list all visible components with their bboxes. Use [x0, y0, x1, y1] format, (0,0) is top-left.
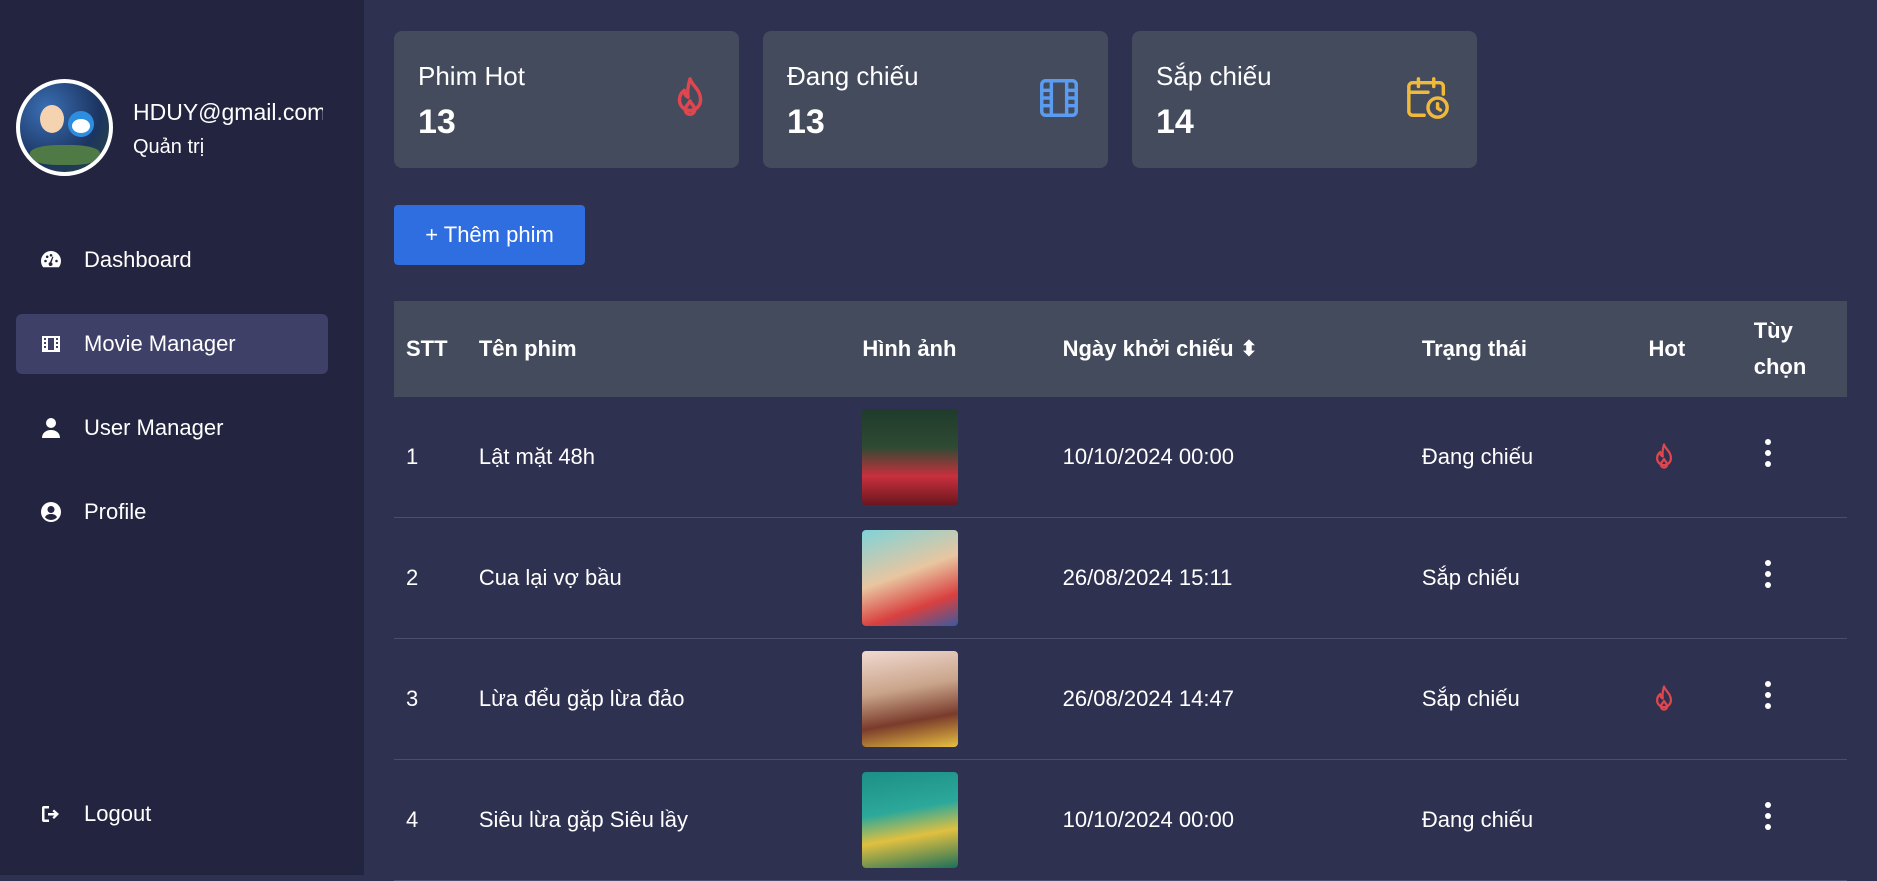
- cell-image: [850, 397, 1051, 518]
- cell-release-date: 26/08/2024 14:47: [1050, 638, 1410, 760]
- table-row[interactable]: 4 Siêu lừa gặp Siêu lầy 10/10/2024 00:00…: [394, 759, 1847, 881]
- user-profile[interactable]: HDUY@gmail.com Quản trị: [16, 79, 323, 176]
- avatar: [16, 79, 113, 176]
- cell-stt: 3: [394, 638, 467, 760]
- header-hot: Hot: [1648, 336, 1686, 361]
- logout-icon: [38, 801, 64, 827]
- sidebar-item-label: Dashboard: [84, 247, 192, 272]
- header-name: Tên phim: [478, 336, 577, 361]
- sidebar-item-label: Profile: [84, 499, 147, 524]
- more-options-icon[interactable]: [1758, 435, 1778, 471]
- cell-stt: 2: [394, 517, 467, 639]
- stat-card-now-showing: Đang chiếu 13: [763, 31, 1108, 168]
- cell-release-date: 10/10/2024 00:00: [1050, 759, 1410, 881]
- cell-status: Sắp chiếu: [1409, 638, 1637, 760]
- cell-release-date: 10/10/2024 00:00: [1050, 397, 1410, 518]
- cell-options: [1741, 517, 1847, 639]
- cell-movie-name: Lật mặt 48h: [466, 397, 851, 518]
- header-image: Hình ảnh: [862, 336, 957, 361]
- logout-label: Logout: [84, 801, 152, 826]
- stat-card-coming-soon: Sắp chiếu 14: [1132, 31, 1477, 168]
- user-role: Quản trị: [133, 135, 205, 158]
- user-icon: [38, 415, 64, 441]
- cell-image: [850, 638, 1051, 760]
- stat-card-hot: Phim Hot 13: [394, 31, 739, 168]
- more-options-icon[interactable]: [1758, 677, 1778, 713]
- more-options-icon[interactable]: [1758, 556, 1778, 592]
- sidebar-item-movie-manager[interactable]: Movie Manager: [16, 314, 328, 374]
- user-email: HDUY@gmail.com: [133, 98, 323, 125]
- calendar-clock-icon: [1405, 75, 1451, 121]
- sidebar-item-dashboard[interactable]: Dashboard: [16, 230, 328, 290]
- fire-icon: [667, 75, 713, 121]
- header-stt: STT: [406, 336, 448, 361]
- cell-status: Đang chiếu: [1409, 397, 1637, 518]
- cell-image: [850, 759, 1051, 881]
- stat-value: 13: [787, 103, 825, 141]
- sidebar-item-profile[interactable]: Profile: [16, 482, 328, 542]
- cell-stt: 4: [394, 759, 467, 881]
- cell-hot: [1636, 759, 1742, 881]
- gauge-icon: [38, 247, 64, 273]
- sidebar-item-label: User Manager: [84, 415, 224, 440]
- movie-poster: [862, 409, 959, 505]
- stat-title: Đang chiếu: [787, 61, 919, 91]
- cell-options: [1741, 638, 1847, 760]
- cell-status: Đang chiếu: [1409, 759, 1637, 881]
- sidebar-item-user-manager[interactable]: User Manager: [16, 398, 328, 458]
- fire-icon: [1649, 684, 1730, 714]
- cell-movie-name: Cua lại vợ bầu: [466, 517, 851, 639]
- cell-stt: 1: [394, 397, 467, 518]
- movies-table: STT Tên phim Hình ảnh Ngày khởi chiếu ⬍ …: [394, 301, 1847, 881]
- table-row[interactable]: 3 Lừa đểu gặp lừa đảo 26/08/2024 14:47 S…: [394, 638, 1847, 760]
- cell-status: Sắp chiếu: [1409, 517, 1637, 639]
- cell-movie-name: Lừa đểu gặp lừa đảo: [466, 638, 851, 760]
- sidebar: HDUY@gmail.com Quản trị Dashboard Movie …: [0, 0, 364, 875]
- add-movie-button[interactable]: + Thêm phim: [394, 205, 585, 265]
- table-row[interactable]: 2 Cua lại vợ bầu 26/08/2024 15:11 Sắp ch…: [394, 517, 1847, 639]
- user-circle-icon: [38, 499, 64, 525]
- stat-title: Phim Hot: [418, 61, 525, 91]
- cell-options: [1741, 759, 1847, 881]
- film-icon: [1036, 75, 1082, 121]
- cell-options: [1741, 397, 1847, 518]
- fire-icon: [1649, 442, 1730, 472]
- cell-movie-name: Siêu lừa gặp Siêu lầy: [466, 759, 851, 881]
- cell-hot: [1636, 517, 1742, 639]
- film-icon: [38, 331, 64, 357]
- movie-poster: [862, 772, 959, 868]
- stat-value: 13: [418, 103, 456, 141]
- cell-hot: [1636, 397, 1742, 518]
- table-header-row: STT Tên phim Hình ảnh Ngày khởi chiếu ⬍ …: [394, 301, 1847, 397]
- cell-release-date: 26/08/2024 15:11: [1050, 517, 1410, 639]
- sidebar-item-label: Movie Manager: [84, 331, 236, 356]
- more-options-icon[interactable]: [1758, 798, 1778, 834]
- movie-poster: [862, 530, 959, 626]
- stat-title: Sắp chiếu: [1156, 61, 1272, 91]
- header-options: Tùy chọn: [1753, 318, 1807, 379]
- movie-poster: [862, 651, 959, 747]
- header-release-date[interactable]: Ngày khởi chiếu ⬍: [1051, 301, 1410, 397]
- table-row[interactable]: 1 Lật mặt 48h 10/10/2024 00:00 Đang chiế…: [394, 397, 1847, 518]
- cell-hot: [1636, 638, 1742, 760]
- header-status: Trạng thái: [1421, 336, 1527, 361]
- cell-image: [850, 517, 1051, 639]
- stat-value: 14: [1156, 103, 1194, 141]
- logout-button[interactable]: Logout: [16, 784, 328, 844]
